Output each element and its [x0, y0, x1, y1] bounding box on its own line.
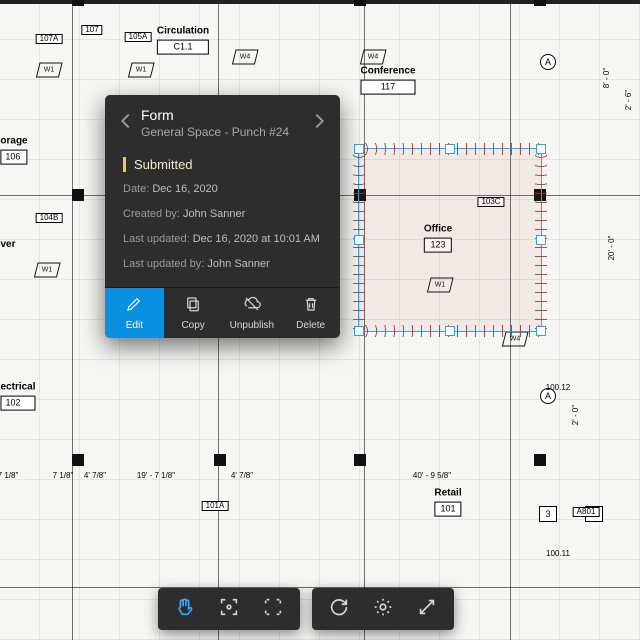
room-num-107: 107: [81, 25, 102, 35]
status-badge: Submitted: [123, 157, 322, 172]
settings-toolbar: [312, 588, 454, 630]
room-storage: orage 106: [0, 136, 27, 165]
popover-title: General Space - Punch #24: [141, 125, 304, 139]
measure-tool-button[interactable]: [252, 588, 294, 630]
row-last-updated: Last updated: Dec 16, 2020 at 10:01 AM: [123, 232, 322, 247]
unpublish-icon: [243, 295, 261, 316]
copy-icon: [184, 295, 202, 316]
dim-40: 40' - 9 5/8": [413, 472, 451, 480]
wall-tag: W1: [136, 67, 147, 74]
unpublish-button[interactable]: Unpublish: [223, 288, 282, 338]
view-toolbar: [158, 588, 300, 630]
delete-button[interactable]: Delete: [281, 288, 340, 338]
wall-tag: W1: [42, 267, 53, 274]
fullscreen-button[interactable]: [406, 588, 448, 630]
door-tag-107A: 107A: [36, 34, 63, 44]
dim-r2: 2' - 6": [625, 90, 633, 110]
dim-r3: 2' - 0": [572, 405, 580, 425]
row-date: Date: Dec 16, 2020: [123, 182, 322, 197]
settings-button[interactable]: [362, 588, 404, 630]
popover-forward-button[interactable]: [308, 110, 330, 136]
hand-icon: [174, 596, 196, 623]
dim-t72: 7 1/8": [53, 472, 74, 480]
dim-r1: 8' - 0": [603, 68, 611, 88]
sheet-tag-A801: A801: [573, 507, 600, 517]
elev-100-12: 100.12: [546, 384, 570, 392]
grid-letter-A: A: [540, 54, 556, 70]
dim-4a: 4' 7/8": [84, 472, 106, 480]
dim-t71: 7 1/8": [0, 472, 18, 480]
pencil-icon: [125, 295, 143, 316]
dim-19: 19' - 7 1/8": [137, 472, 175, 480]
popover-back-button[interactable]: [115, 110, 137, 136]
pan-tool-button[interactable]: [164, 588, 206, 630]
wall-tag: W1: [44, 67, 55, 74]
fullscreen-icon: [416, 596, 438, 623]
room-ver: ver: [0, 239, 15, 251]
copy-button[interactable]: Copy: [164, 288, 223, 338]
focus-tool-button[interactable]: [208, 588, 250, 630]
grid-number-3: 3: [539, 506, 557, 522]
gear-icon: [372, 596, 394, 623]
door-tag-104B: 104B: [36, 213, 63, 223]
room-electrical: ectrical 102: [0, 382, 35, 411]
elev-100-11: 100.11: [546, 550, 570, 558]
room-conference: Conference 117: [360, 66, 415, 95]
row-created-by: Created by: John Sanner: [123, 207, 322, 222]
wall-tag: W4: [240, 54, 251, 61]
wall-tag: W4: [368, 54, 379, 61]
door-tag-101A: 101A: [202, 501, 229, 511]
measure-icon: [262, 596, 284, 623]
dim-4b: 4' 7/8": [231, 472, 253, 480]
selection-office-123[interactable]: [358, 148, 542, 332]
room-circulation: Circulation C1.1: [157, 26, 209, 55]
edit-button[interactable]: Edit: [105, 288, 164, 338]
focus-icon: [218, 596, 240, 623]
rotate-button[interactable]: [318, 588, 360, 630]
trash-icon: [302, 295, 320, 316]
rotate-icon: [328, 596, 350, 623]
room-retail: Retail 101: [434, 488, 461, 517]
form-popover: Form General Space - Punch #24 Submitted…: [105, 95, 340, 338]
door-tag-105A: 105A: [125, 32, 152, 42]
popover-eyebrow: Form: [141, 107, 304, 123]
row-last-updated-by: Last updated by: John Sanner: [123, 257, 322, 272]
dim-r4: 20' - 0": [608, 236, 616, 261]
